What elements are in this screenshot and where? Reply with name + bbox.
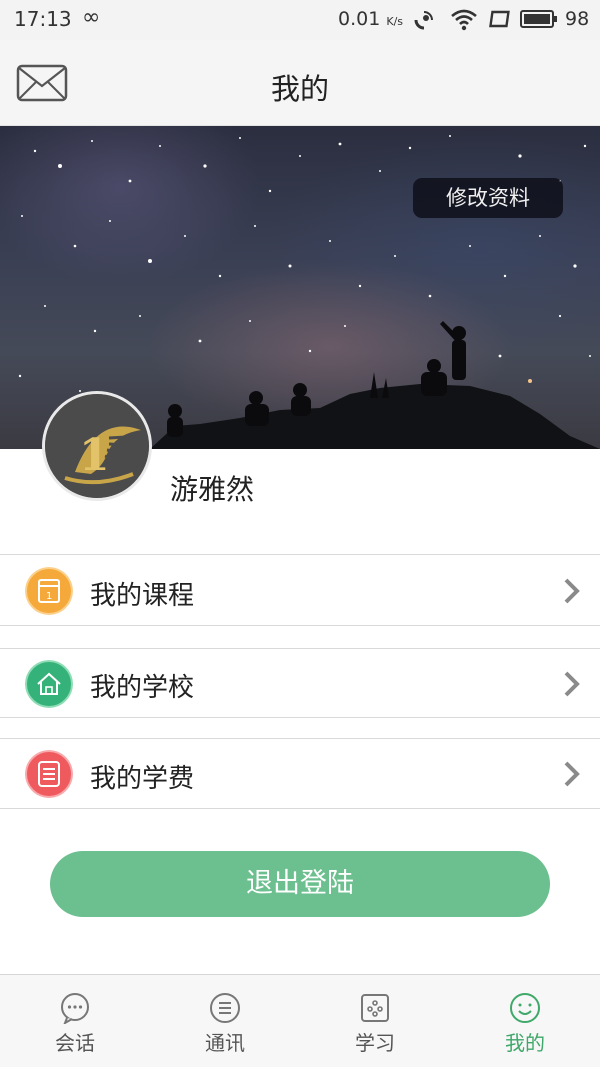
- avatar[interactable]: 1: [42, 391, 152, 501]
- menu-section: 我的学费: [0, 738, 600, 809]
- study-icon: [361, 994, 389, 1022]
- status-bar: 17:13 ∞ 0.01 K/s 98: [0, 0, 600, 40]
- page-title: 我的: [270, 72, 329, 106]
- menu-item-courses[interactable]: 1 我的课程: [0, 555, 600, 627]
- smile-icon: [510, 993, 540, 1023]
- calendar-icon: 1: [25, 567, 73, 615]
- chevron-right-icon: [564, 761, 580, 787]
- network-speed-unit: K/s: [386, 15, 404, 28]
- screen: 17:13 ∞ 0.01 K/s 98 我的 修改资料 1 游雅然 1 我的课程…: [0, 0, 600, 1067]
- home-icon: [25, 660, 73, 708]
- screen-rotation-icon: [489, 10, 510, 28]
- bottom-nav: 会话 通讯 学习 我的: [0, 974, 600, 1067]
- tab-mine[interactable]: 我的: [450, 975, 600, 1067]
- logout-button[interactable]: 退出登陆: [50, 851, 550, 917]
- battery-percent: 98: [565, 8, 590, 30]
- chevron-right-icon: [564, 578, 580, 604]
- school-logo-icon: 1: [45, 394, 149, 498]
- network-speed-value: 0.01: [338, 8, 381, 30]
- menu-item-tuition[interactable]: 我的学费: [0, 739, 600, 810]
- tab-contacts[interactable]: 通讯: [150, 975, 300, 1067]
- infinity-icon: ∞: [82, 5, 101, 30]
- network-speed: 0.01 K/s: [338, 8, 403, 30]
- tab-study[interactable]: 学习: [300, 975, 450, 1067]
- menu-section: 1 我的课程: [0, 554, 600, 626]
- status-time: 17:13: [14, 7, 72, 31]
- chevron-right-icon: [564, 671, 580, 697]
- edit-profile-button[interactable]: 修改资料: [413, 178, 563, 218]
- menu-item-school[interactable]: 我的学校: [0, 649, 600, 719]
- username: 游雅然: [170, 473, 255, 506]
- svg-text:1: 1: [46, 591, 52, 602]
- tab-label: 我的: [505, 1031, 545, 1055]
- menu-item-label: 我的课程: [90, 581, 195, 611]
- menu-section: 我的学校: [0, 648, 600, 718]
- tab-label: 通讯: [205, 1031, 245, 1055]
- tab-chat[interactable]: 会话: [0, 975, 150, 1067]
- header: 我的: [0, 40, 600, 126]
- contacts-icon: [210, 993, 240, 1023]
- chat-icon: [61, 993, 89, 1024]
- list-icon: [25, 750, 73, 798]
- menu-item-label: 我的学费: [90, 764, 195, 794]
- battery-icon: [520, 10, 557, 28]
- signal-icon: [414, 11, 433, 30]
- tab-label: 学习: [355, 1031, 395, 1055]
- svg-text:1: 1: [79, 430, 110, 481]
- menu-item-label: 我的学校: [90, 673, 195, 703]
- wifi-icon: [451, 9, 477, 31]
- tab-label: 会话: [55, 1031, 95, 1055]
